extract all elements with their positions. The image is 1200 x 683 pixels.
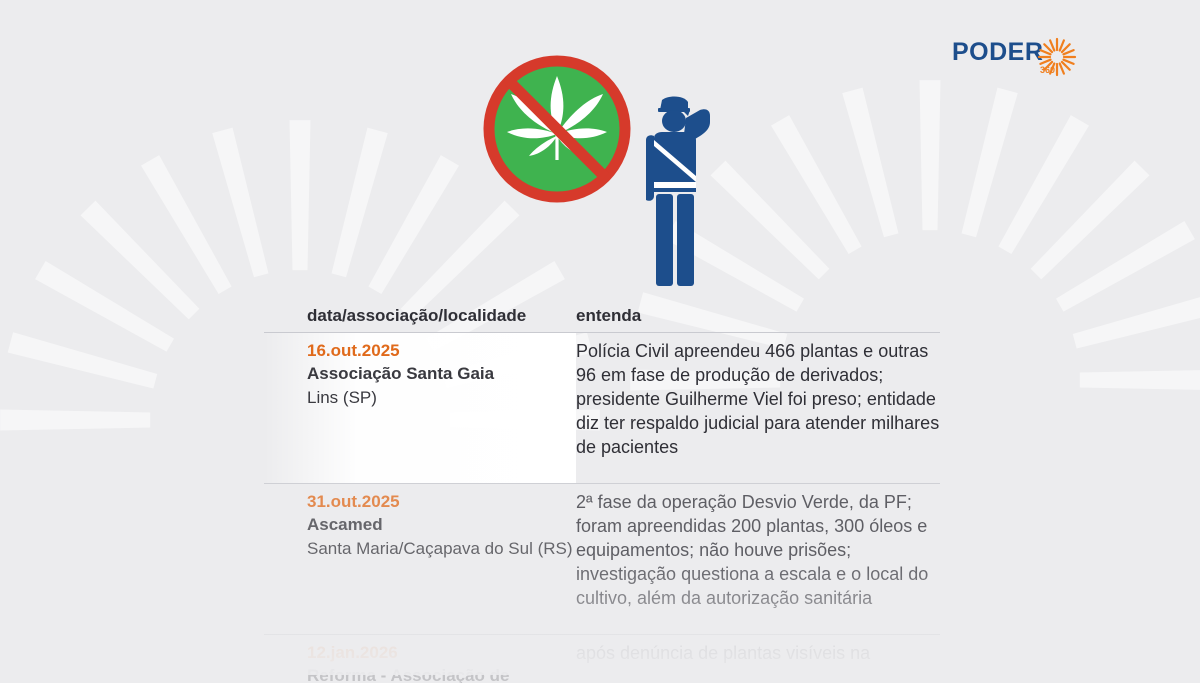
background-ray — [1079, 370, 1200, 390]
row-description: Polícia Civil apreendeu 466 plantas e ou… — [576, 341, 940, 457]
row-association: Ascamed — [307, 515, 383, 534]
table-row: 16.out.2025 Associação Santa Gaia Lins (… — [264, 333, 940, 484]
row-meta: 12.jan.2026 Reforma - Associação de — [264, 635, 576, 683]
row-explanation: após denúncia de plantas visíveis na — [576, 635, 940, 683]
table-row: 12.jan.2026 Reforma - Associação de após… — [264, 635, 940, 683]
background-ray — [919, 80, 941, 231]
row-date: 12.jan.2026 — [307, 643, 398, 662]
sun-ray — [1039, 58, 1052, 65]
sun-ray — [1062, 58, 1075, 65]
row-description: 2ª fase da operação Desvio Verde, da PF;… — [576, 492, 929, 608]
row-meta: 16.out.2025 Associação Santa Gaia Lins (… — [264, 333, 576, 483]
background-ray — [842, 87, 899, 238]
row-date: 31.out.2025 — [307, 492, 400, 511]
background-ray — [7, 332, 158, 389]
background-ray — [0, 409, 151, 431]
sun-ray — [1060, 43, 1071, 54]
row-description: após denúncia de plantas visíveis na — [576, 643, 871, 663]
poder360-logo: PODER 360 — [952, 36, 1082, 78]
row-date: 16.out.2025 — [307, 341, 400, 360]
row-location: Lins (SP) — [307, 388, 377, 407]
header-explanation: entenda — [576, 306, 642, 325]
background-ray — [1072, 297, 1200, 349]
table-row: 31.out.2025 Ascamed Santa Maria/Caçapava… — [264, 484, 940, 635]
sun-burst-icon — [1037, 37, 1077, 77]
sun-ray — [1039, 49, 1052, 56]
no-cannabis-icon — [483, 55, 631, 203]
sun-ray — [1062, 49, 1075, 56]
table-header: data/associação/localidade entenda — [264, 296, 940, 333]
row-meta: 31.out.2025 Ascamed Santa Maria/Caçapava… — [264, 484, 576, 634]
header-date-association-location: data/associação/localidade — [307, 306, 527, 325]
sun-ray — [1049, 39, 1056, 52]
sun-ray — [1060, 60, 1071, 71]
row-explanation: Polícia Civil apreendeu 466 plantas e ou… — [576, 333, 940, 483]
row-association: Reforma - Associação de — [307, 666, 510, 683]
sun-ray — [1043, 60, 1054, 71]
sun-ray — [1058, 62, 1065, 75]
row-association: Associação Santa Gaia — [307, 364, 495, 383]
sun-ray — [1049, 62, 1056, 75]
background-ray — [331, 127, 388, 278]
seizures-table: data/associação/localidade entenda 16.ou… — [264, 296, 940, 683]
police-officer-icon — [646, 96, 710, 286]
background-ray — [212, 127, 269, 278]
sun-ray — [1043, 43, 1054, 54]
background-ray — [961, 87, 1018, 238]
row-location: Santa Maria/Caçapava do Sul (RS) — [307, 539, 573, 558]
row-explanation: 2ª fase da operação Desvio Verde, da PF;… — [576, 484, 940, 634]
logo-wordmark: PODER — [952, 38, 1044, 66]
background-ray — [289, 120, 311, 271]
sun-ray — [1058, 39, 1065, 52]
